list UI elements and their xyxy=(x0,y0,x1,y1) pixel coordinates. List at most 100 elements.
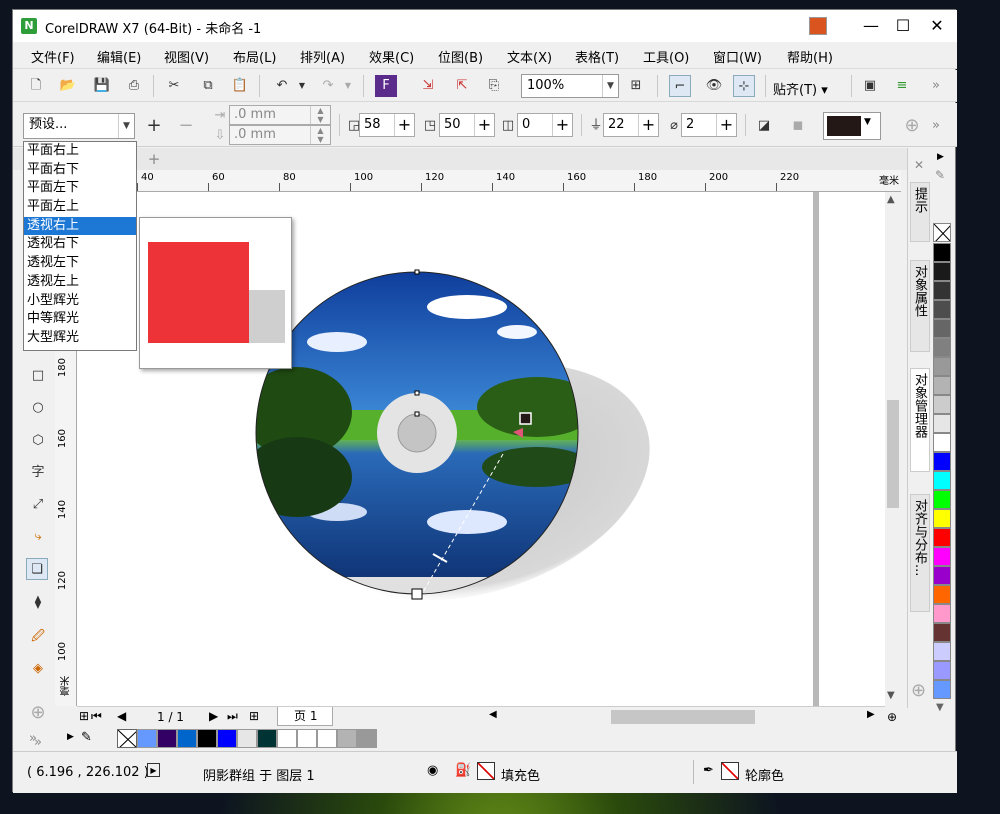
close-docker-icon[interactable]: ✕ xyxy=(914,158,924,172)
outline-none-swatch[interactable] xyxy=(721,762,739,780)
tab-hints[interactable]: 提示 xyxy=(910,182,930,242)
redo-icon[interactable]: ↷ xyxy=(317,75,339,97)
selection-handle[interactable] xyxy=(414,411,420,417)
previous-page-icon[interactable]: ◀ xyxy=(117,709,126,723)
add-page-after-icon[interactable]: ⊞ xyxy=(249,709,259,723)
doc-color-swatch[interactable] xyxy=(217,729,237,748)
fill-none-swatch[interactable] xyxy=(477,762,495,780)
color-swatch[interactable] xyxy=(933,414,951,433)
toolbar-overflow-icon[interactable]: » xyxy=(925,75,947,97)
menu-table[interactable]: 表格(T) xyxy=(575,47,619,66)
menu-window[interactable]: 窗口(W) xyxy=(713,47,762,66)
user-avatar[interactable] xyxy=(809,17,827,35)
new-document-icon[interactable]: 🗋 xyxy=(25,75,47,97)
menu-file[interactable]: 文件(F) xyxy=(31,47,75,66)
spin-arrows-icon[interactable]: ▲ ▼ xyxy=(310,106,330,124)
doc-palette-menu-icon[interactable]: ▶ xyxy=(67,732,74,742)
remove-preset-icon[interactable]: − xyxy=(175,115,197,137)
open-folder-icon[interactable]: 📂 xyxy=(57,75,79,97)
doc-color-swatch[interactable] xyxy=(137,729,157,748)
color-swatch[interactable] xyxy=(933,604,951,623)
color-swatch[interactable] xyxy=(933,642,951,661)
preset-option[interactable]: 透视左上 xyxy=(24,273,136,292)
menu-help[interactable]: 帮助(H) xyxy=(787,47,833,66)
next-page-icon[interactable]: ▶ xyxy=(209,709,218,723)
color-swatch[interactable] xyxy=(933,262,951,281)
x-offset-field[interactable]: .0 mm ▲ ▼ xyxy=(229,105,331,125)
preset-option[interactable]: 透视右下 xyxy=(24,235,136,254)
full-screen-preview-icon[interactable]: ⊞ xyxy=(625,75,647,97)
merge-mode-icon[interactable]: ◪ xyxy=(753,115,775,137)
drop-shadow-tool-icon[interactable]: ❏ xyxy=(26,558,48,580)
add-toolbar-icon[interactable]: ⊕ xyxy=(901,115,923,137)
color-swatch[interactable] xyxy=(933,528,951,547)
new-tab-icon[interactable]: + xyxy=(145,150,163,168)
add-page-before-icon[interactable]: ⊞ xyxy=(79,709,89,723)
export-icon[interactable]: ⇱ xyxy=(451,75,473,97)
polygon-tool-icon[interactable]: ⬡ xyxy=(27,430,49,452)
shadow-fade-field[interactable]: 0 + xyxy=(517,113,573,137)
color-swatch[interactable] xyxy=(933,452,951,471)
preset-option[interactable]: 平面右下 xyxy=(24,161,136,180)
shadow-color-picker[interactable]: ▼ xyxy=(823,112,881,140)
color-proofing-icon[interactable]: ◉ xyxy=(427,763,438,778)
redo-dropdown-icon[interactable]: ▼ xyxy=(337,75,359,97)
preset-option[interactable]: 透视左下 xyxy=(24,254,136,273)
palette-scroll-icon[interactable]: ▶ xyxy=(937,152,944,162)
h-scroll-left-icon[interactable]: ◀ xyxy=(489,709,497,720)
preset-option[interactable]: 平面左上 xyxy=(24,198,136,217)
options-icon[interactable]: ▣ xyxy=(859,75,881,97)
doc-color-swatch[interactable] xyxy=(297,729,317,748)
print-icon[interactable]: ⎙ xyxy=(123,75,145,97)
plus-icon[interactable]: + xyxy=(716,114,736,136)
scroll-down-icon[interactable]: ▼ xyxy=(887,690,895,701)
preset-option[interactable]: 透视右上 xyxy=(24,216,136,236)
preset-option[interactable]: 中等辉光 xyxy=(24,310,136,329)
plus-icon[interactable]: + xyxy=(552,114,572,136)
h-scroll-right-icon[interactable]: ▶ xyxy=(867,709,875,720)
tab-page-1[interactable]: 页 1 xyxy=(277,707,333,726)
zoom-level-select[interactable]: 100% ▼ xyxy=(521,74,619,98)
add-preset-icon[interactable]: + xyxy=(143,115,165,137)
eyedropper-tool-icon[interactable]: 🖉 xyxy=(27,626,49,648)
transparency-tool-icon[interactable]: ⧫ xyxy=(27,592,49,614)
doc-color-swatch[interactable] xyxy=(237,729,257,748)
rectangle-tool-icon[interactable]: □ xyxy=(27,365,49,387)
color-swatch[interactable] xyxy=(933,547,951,566)
color-swatch[interactable] xyxy=(933,300,951,319)
coords-menu-icon[interactable]: ▶ xyxy=(147,763,160,777)
color-swatch[interactable] xyxy=(933,395,951,414)
scroll-thumb[interactable] xyxy=(887,400,899,508)
show-rulers-icon[interactable]: ⌐ xyxy=(669,75,691,97)
doc-color-swatch[interactable] xyxy=(257,729,277,748)
menu-view[interactable]: 视图(V) xyxy=(164,47,209,66)
y-offset-field[interactable]: .0 mm ▲ ▼ xyxy=(229,125,331,145)
zoom-navigator-icon[interactable]: ⊕ xyxy=(887,710,897,724)
toolbox-expand-icon[interactable]: » xyxy=(29,731,37,746)
tab-align-distribute[interactable]: 对齐与分布... xyxy=(910,494,930,612)
tab-object-manager[interactable]: 对象管理器 xyxy=(910,368,930,472)
shadow-start-handle[interactable] xyxy=(411,588,423,600)
color-swatch[interactable] xyxy=(933,471,951,490)
save-icon[interactable]: 💾 xyxy=(91,75,113,97)
doc-color-swatch[interactable] xyxy=(337,729,357,748)
color-swatch[interactable] xyxy=(933,243,951,262)
doc-color-swatch[interactable] xyxy=(317,729,337,748)
color-swatch[interactable] xyxy=(933,433,951,452)
add-docker-icon[interactable]: ⊕ xyxy=(911,680,926,701)
plus-icon[interactable]: + xyxy=(474,114,494,136)
menu-bitmaps[interactable]: 位图(B) xyxy=(438,47,483,66)
interactive-fill-tool-icon[interactable]: ◈ xyxy=(27,658,49,680)
undo-dropdown-icon[interactable]: ▼ xyxy=(291,75,313,97)
menu-tools[interactable]: 工具(O) xyxy=(643,47,689,66)
horizontal-scroll-thumb[interactable] xyxy=(611,710,755,724)
shadow-stretch-field[interactable]: 22 + xyxy=(603,113,659,137)
menu-text[interactable]: 文本(X) xyxy=(507,47,552,66)
search-content-icon[interactable]: F xyxy=(375,75,397,97)
first-page-icon[interactable]: ⏮ xyxy=(91,709,102,724)
doc-color-swatch[interactable] xyxy=(277,729,297,748)
doc-palette-eyedropper-icon[interactable]: ✎ xyxy=(81,730,92,745)
horizontal-ruler[interactable]: 40 60 80 100 120 140 160 180 200 220 毫米 xyxy=(79,170,901,192)
doc-color-swatch[interactable] xyxy=(157,729,177,748)
scroll-up-icon[interactable]: ▲ xyxy=(887,194,895,205)
